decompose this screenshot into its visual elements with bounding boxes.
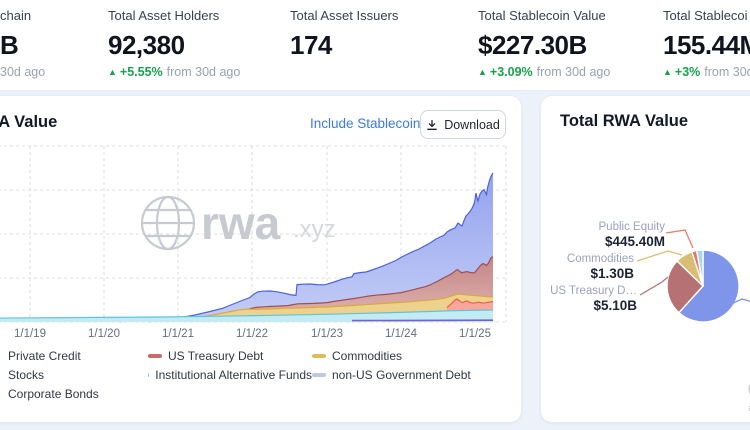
up-arrow-icon: ▲ [663, 67, 672, 77]
legend-swatch [312, 354, 326, 358]
stat-label: Total Asset Holders [108, 8, 240, 24]
stat-label: Total Stablecoin Value [478, 8, 610, 24]
up-arrow-icon: ▲ [478, 67, 487, 77]
stat-total-asset-issuers: Total Asset Issuers 174 [290, 8, 398, 60]
include-stablecoins-link[interactable]: Include Stablecoins [310, 116, 427, 131]
stat-value: $227.30B [478, 30, 610, 60]
stat-value: 155.44M [663, 30, 750, 60]
legend-swatch [312, 373, 326, 377]
download-label: Download [444, 118, 500, 132]
legend-item-commodities[interactable]: Commodities [312, 349, 508, 363]
download-button[interactable]: Download [420, 110, 506, 139]
stats-bar: chain B 30d ago Total Asset Holders 92,3… [0, 0, 750, 91]
download-icon [426, 119, 438, 131]
stat-delta: ▲+3%from 30d [663, 65, 750, 80]
stat-label: Total Stablecoi [663, 8, 750, 24]
legend-item-stocks[interactable]: Stocks [8, 368, 148, 382]
legend-item-institutional-alternative-funds[interactable]: Institutional Alternative Funds [148, 368, 312, 382]
total-rwa-value-title: Total RWA Value [560, 112, 688, 131]
asof-watermark: as o [728, 378, 750, 414]
legend-item-private-credit[interactable]: Private Credit [8, 349, 148, 363]
pie-label-us-treasury-debt: US Treasury D… $5.10B [550, 284, 637, 314]
stat-total-asset-holders: Total Asset Holders 92,380 ▲+5.55%from 3… [108, 8, 240, 80]
stat-total-stablecoin-value: Total Stablecoin Value $227.30B ▲+3.09%f… [478, 8, 610, 80]
up-arrow-icon: ▲ [108, 67, 117, 77]
legend-swatch [148, 373, 149, 377]
legend-item-non-us-government-debt[interactable]: non-US Government Debt [312, 368, 508, 382]
stat-label: Total Asset Issuers [290, 8, 398, 24]
rwa-value-title: RWA Value [0, 113, 57, 132]
stat-value: 92,380 [108, 30, 240, 60]
legend-item-corporate-bonds[interactable]: Corporate Bonds [8, 387, 148, 401]
stat-delta: ▲+5.55%from 30d ago [108, 65, 240, 80]
stat-value: 174 [290, 30, 398, 60]
stat-total-stablecoin-holders: Total Stablecoi 155.44M ▲+3%from 30d [663, 8, 750, 80]
pie-label-public-equity: Public Equity $445.40M [599, 220, 665, 250]
stat-delta: ▲+3.09%from 30d ago [478, 65, 610, 80]
stat-value: B [0, 30, 45, 60]
asof-text: as o [728, 402, 750, 414]
chart-legend: Private Credit US Treasury Debt Commodit… [8, 349, 508, 406]
stat-label: chain [0, 8, 45, 24]
dashboard: chain B 30d ago Total Asset Holders 92,3… [0, 0, 750, 430]
pie-label-commodities: Commodities $1.30B [567, 252, 634, 282]
legend-swatch [148, 354, 162, 358]
stat-rwa-onchain: chain B 30d ago [0, 8, 45, 80]
legend-item-us-treasury-debt[interactable]: US Treasury Debt [148, 349, 312, 363]
stat-delta: 30d ago [0, 65, 45, 80]
